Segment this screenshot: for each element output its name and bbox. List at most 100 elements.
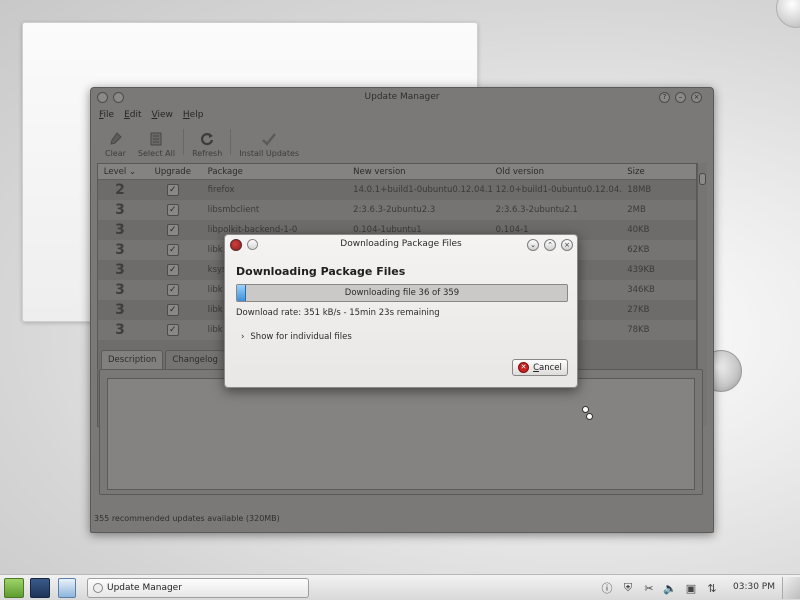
level-cell: 2	[115, 182, 125, 198]
column-header-old-version[interactable]: Old version	[492, 167, 624, 177]
window-titlebar[interactable]: Update Manager ? – ×	[91, 88, 713, 109]
new-version-cell: 14.0.1+build1-0ubuntu0.12.04.1	[353, 185, 492, 195]
level-cell: 3	[115, 302, 125, 318]
upgrade-checkbox[interactable]: ✓	[166, 204, 179, 216]
network-icon[interactable]: ⇅	[705, 581, 719, 595]
menu-edit[interactable]: Edit	[124, 110, 141, 124]
select-all-button[interactable]: Select All	[132, 126, 181, 158]
size-cell: 62KB	[627, 245, 650, 255]
dialog-titlebar[interactable]: Downloading Package Files ⌄ ⌃ ×	[225, 235, 577, 255]
dialog-heading: Downloading Package Files	[236, 265, 406, 278]
level-cell: 3	[115, 322, 125, 338]
clock[interactable]: 03:30 PM	[733, 582, 775, 592]
upgrade-cell: ✓	[138, 284, 204, 296]
size-cell: 18MB	[627, 185, 652, 195]
upgrade-checkbox[interactable]: ✓	[166, 224, 179, 236]
menu-file[interactable]: File	[99, 110, 114, 124]
size-cell: 2MB	[627, 205, 646, 215]
size-cell: 439KB	[627, 265, 655, 275]
tab-changelog[interactable]: Changelog	[165, 350, 225, 370]
desktop-orb-decoration	[776, 0, 800, 28]
upgrade-cell: ✓	[138, 184, 204, 196]
show-desktop-icon[interactable]	[30, 578, 50, 598]
close-icon[interactable]: ×	[561, 239, 573, 251]
upgrade-cell: ✓	[138, 224, 204, 236]
window-title: Update Manager	[364, 92, 440, 102]
cancel-icon: ✕	[518, 362, 530, 373]
download-rate-text: Download rate: 351 kB/s - 15min 23s rema…	[236, 308, 440, 318]
new-version-cell: 2:3.6.3-2ubuntu2.3	[353, 205, 436, 215]
size-cell: 78KB	[627, 325, 650, 335]
task-label: Update Manager	[107, 583, 182, 593]
taskbar-item-update-manager[interactable]: Update Manager	[87, 578, 309, 598]
close-icon[interactable]: ×	[691, 92, 702, 103]
status-text: 355 recommended updates available (320MB…	[94, 514, 280, 523]
file-manager-icon[interactable]	[58, 578, 76, 598]
toolbar: Clear Select All Refresh Install Updates	[99, 126, 305, 158]
upgrade-cell: ✓	[138, 204, 204, 216]
progress-text: Downloading file 36 of 359	[344, 288, 460, 298]
clear-button[interactable]: Clear	[99, 126, 132, 158]
notification-icon[interactable]: ⓘ	[600, 581, 614, 595]
shield-icon[interactable]: ⛨	[621, 581, 635, 595]
maximize-icon[interactable]: ⌃	[544, 239, 556, 251]
menu-view[interactable]: View	[152, 110, 173, 124]
mint-menu-icon[interactable]	[4, 578, 24, 598]
toolbar-separator	[230, 129, 232, 155]
level-cell: 3	[115, 282, 125, 298]
upgrade-cell: ✓	[138, 244, 204, 256]
table-header: Level ⌄ Upgrade Package New version Old …	[98, 164, 696, 180]
help-icon[interactable]: ?	[659, 92, 670, 103]
scrollbar-thumb[interactable]	[699, 173, 706, 185]
upgrade-checkbox[interactable]: ✓	[166, 324, 179, 336]
level-cell: 3	[115, 242, 125, 258]
toolbar-separator	[183, 129, 185, 155]
checkmark-icon	[261, 131, 277, 147]
details-tabs: Description Changelog	[101, 350, 225, 370]
dialog-title: Downloading Package Files	[340, 239, 462, 249]
old-version-cell: 2:3.6.3-2ubuntu2.1	[495, 205, 578, 215]
column-header-package[interactable]: Package	[204, 167, 350, 177]
column-header-level[interactable]: Level ⌄	[98, 167, 138, 177]
upgrade-checkbox[interactable]: ✓	[166, 184, 179, 196]
minimize-icon[interactable]: –	[675, 92, 686, 103]
description-text-area[interactable]	[107, 378, 695, 490]
update-notifier-icon[interactable]: ▣	[684, 581, 698, 595]
package-cell: firefox	[207, 185, 235, 195]
task-app-icon	[93, 583, 103, 593]
upgrade-cell: ✓	[138, 264, 204, 276]
upgrade-checkbox[interactable]: ✓	[166, 264, 179, 276]
column-header-size[interactable]: Size	[623, 167, 696, 177]
download-dialog: Downloading Package Files ⌄ ⌃ × Download…	[224, 234, 578, 388]
upgrade-checkbox[interactable]: ✓	[166, 284, 179, 296]
level-cell: 3	[115, 202, 125, 218]
panel-toolbox-button[interactable]	[782, 577, 800, 599]
clipboard-scissors-icon[interactable]: ✂	[642, 581, 656, 595]
table-row[interactable]: 2 ✓ firefox 14.0.1+build1-0ubuntu0.12.04.1 1…	[98, 180, 696, 200]
cancel-label: Cancel	[533, 362, 562, 373]
download-progress-bar: Downloading file 36 of 359	[236, 284, 568, 302]
menu-bar: File Edit View Help	[99, 110, 203, 124]
refresh-button[interactable]: Refresh	[186, 126, 228, 158]
column-header-new-version[interactable]: New version	[349, 167, 492, 177]
upgrade-cell: ✓	[138, 324, 204, 336]
level-cell: 3	[115, 262, 125, 278]
expander-label: Show for individual files	[250, 332, 352, 342]
system-tray: ⓘ ⛨ ✂ 🔈 ▣ ⇅	[600, 578, 719, 598]
mouse-cursor-icon	[582, 406, 596, 424]
size-cell: 346KB	[627, 285, 655, 295]
refresh-icon	[199, 131, 215, 147]
minimize-icon[interactable]: ⌄	[527, 239, 539, 251]
column-header-upgrade[interactable]: Upgrade	[138, 167, 204, 177]
menu-help[interactable]: Help	[183, 110, 204, 124]
size-cell: 27KB	[627, 305, 650, 315]
tab-description[interactable]: Description	[101, 350, 164, 370]
install-updates-button[interactable]: Install Updates	[233, 126, 305, 158]
size-cell: 40KB	[627, 225, 650, 235]
show-individual-files-expander[interactable]: › Show for individual files	[241, 332, 352, 342]
volume-icon[interactable]: 🔈	[663, 581, 677, 595]
upgrade-checkbox[interactable]: ✓	[166, 244, 179, 256]
table-row[interactable]: 3 ✓ libsmbclient 2:3.6.3-2ubuntu2.3 2:3.6.3-…	[98, 200, 696, 220]
cancel-button[interactable]: ✕ Cancel	[512, 359, 568, 376]
upgrade-checkbox[interactable]: ✓	[166, 304, 179, 316]
